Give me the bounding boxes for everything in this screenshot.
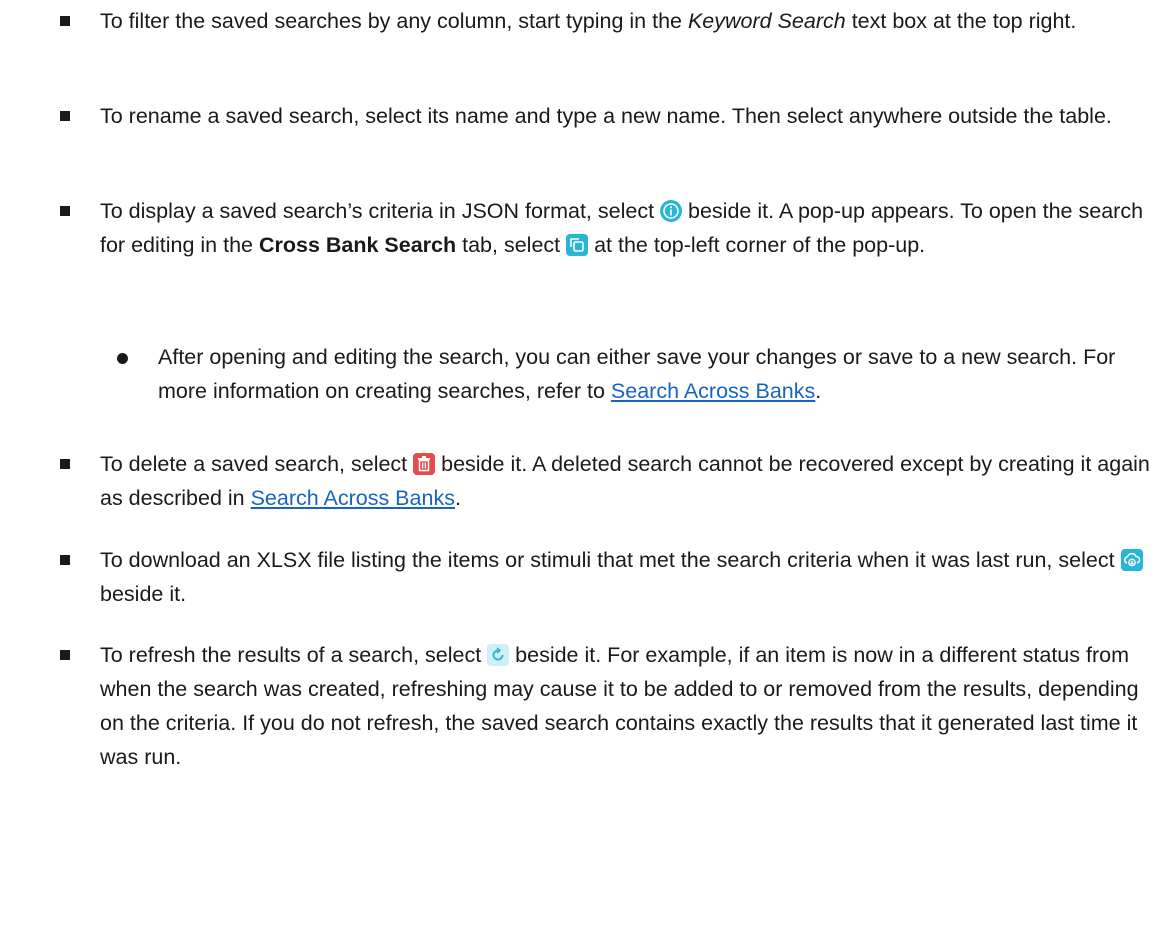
bullet-text: To download an XLSX file listing the ite…: [100, 548, 1121, 572]
bullet-marker: [60, 111, 70, 121]
cloud-download-icon[interactable]: [1120, 549, 1143, 571]
trash-icon[interactable]: [413, 453, 436, 475]
bullet-text: at the top-left corner of the pop-up.: [588, 233, 926, 257]
list-item-filter: To filter the saved searches by any colu…: [100, 4, 1160, 38]
refresh-icon[interactable]: [487, 644, 510, 666]
bullet-text: To display a saved search’s criteria in …: [100, 199, 661, 223]
bullet-text: To delete a saved search, select: [100, 452, 414, 476]
bullet-text: To rename a saved search, select its nam…: [100, 104, 1112, 128]
list-item-rename: To rename a saved search, select its nam…: [100, 99, 1160, 133]
bullet-text: tab, select: [456, 233, 567, 257]
bullet-marker: [60, 555, 70, 565]
search-across-banks-link[interactable]: Search Across Banks: [611, 379, 815, 403]
bullet-text: To refresh the results of a search, sele…: [100, 643, 488, 667]
bullet-text: .: [454, 486, 461, 510]
search-across-banks-link[interactable]: Search Across Banks: [251, 486, 455, 510]
bullet-text: text box at the top right.: [845, 9, 1077, 33]
bullet-marker: [60, 16, 70, 26]
list-item-refresh: To refresh the results of a search, sele…: [100, 638, 1160, 774]
list-item-delete: To delete a saved search, select beside …: [100, 447, 1160, 515]
bullet-marker: [60, 459, 70, 469]
bullet-text: .: [815, 379, 822, 403]
list-item-download: To download an XLSX file listing the ite…: [100, 543, 1160, 611]
open-copy-icon[interactable]: [566, 234, 589, 256]
list-item-json: To display a saved search’s criteria in …: [100, 194, 1160, 262]
bullet-marker: [60, 206, 70, 216]
cross-bank-search-term: Cross Bank Search: [258, 233, 457, 257]
bullet-text: To filter the saved searches by any colu…: [100, 9, 688, 33]
sub-list-item-edit: After opening and editing the search, yo…: [158, 340, 1158, 408]
bullet-text: beside it.: [100, 582, 187, 606]
info-icon[interactable]: [660, 200, 683, 222]
sub-bullet-marker: [117, 353, 128, 364]
bullet-marker: [60, 650, 70, 660]
keyword-search-term: Keyword Search: [687, 9, 846, 33]
